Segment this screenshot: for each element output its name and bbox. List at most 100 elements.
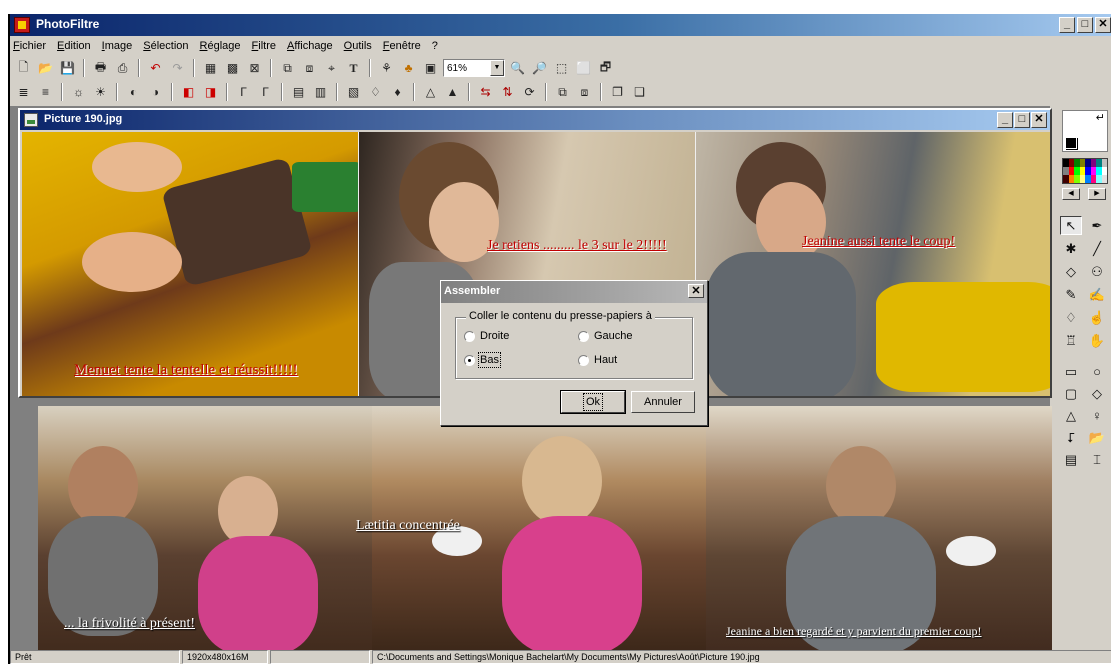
menu-help[interactable]: ?	[431, 38, 439, 56]
fill-bucket-icon[interactable]: ◇	[1060, 262, 1082, 281]
selection-mode-icon[interactable]: ▤	[1060, 450, 1082, 469]
menu-outils[interactable]: Outils	[343, 38, 373, 56]
stamp-icon[interactable]: ♖	[1060, 331, 1082, 350]
restore-button[interactable]: □	[1077, 17, 1093, 33]
menu-fichier[interactable]: Fichier	[12, 38, 47, 56]
gamma-down-icon[interactable]: Γ	[234, 83, 253, 102]
image-size-icon[interactable]: ⧉	[278, 59, 297, 78]
brightness-up-icon[interactable]: ☀	[91, 83, 110, 102]
menu-filtre[interactable]: Filtre	[251, 38, 277, 56]
triangle-icon[interactable]: △	[421, 83, 440, 102]
menu-reglage[interactable]: Réglage	[199, 38, 242, 56]
undo-icon[interactable]: ↶	[146, 59, 165, 78]
radio-bas[interactable]: Bas	[464, 352, 501, 368]
new-file-icon[interactable]: 🗋	[14, 59, 33, 78]
ellipse-select-icon[interactable]: ○	[1086, 362, 1108, 381]
rectangle-select-icon[interactable]: ▭	[1060, 362, 1082, 381]
document-title-bar[interactable]: Picture 190.jpg _ □ ✕	[20, 110, 1050, 130]
scan-icon[interactable]: ⎙	[113, 59, 132, 78]
dialog-title-bar[interactable]: Assembler ✕	[441, 281, 707, 303]
radio-circle-selected[interactable]	[464, 354, 475, 366]
actual-size-icon[interactable]: ⬚	[552, 59, 571, 78]
minimize-button[interactable]: _	[1059, 17, 1075, 33]
zoom-in-icon[interactable]: 🔍	[508, 59, 527, 78]
background-color-swatch[interactable]: ↵	[1062, 110, 1108, 152]
text-tool-icon[interactable]: T	[344, 59, 363, 78]
menu-affichage[interactable]: Affichage	[286, 38, 334, 56]
zoom-select[interactable]: 61% ▼	[443, 59, 505, 77]
magic-wand-icon[interactable]: ✱	[1060, 239, 1082, 258]
auto-contrast-icon[interactable]: ≡	[36, 83, 55, 102]
advanced-brush-icon[interactable]: ✍	[1086, 285, 1108, 304]
radio-gauche[interactable]: Gauche	[578, 330, 633, 342]
menu-selection[interactable]: Sélection	[142, 38, 189, 56]
canvas-size-icon[interactable]: ⧈	[300, 59, 319, 78]
color-palette[interactable]	[1062, 158, 1108, 184]
drop-icon[interactable]: ♢	[366, 83, 385, 102]
fit-window-icon[interactable]: ⬜	[574, 59, 593, 78]
saturation-down-icon[interactable]: ◧	[179, 83, 198, 102]
mirror-icon[interactable]: ⧉	[553, 83, 572, 102]
soften-icon[interactable]: ▧	[344, 83, 363, 102]
radio-circle[interactable]	[578, 330, 589, 342]
cancel-button[interactable]: Annuler	[631, 391, 695, 413]
diamond-select-icon[interactable]: ◇	[1086, 384, 1108, 403]
flip-vertical-icon[interactable]: ⇅	[498, 83, 517, 102]
smudge-icon[interactable]: ☝	[1086, 308, 1108, 327]
doc-maximize-button[interactable]: □	[1014, 112, 1030, 128]
rounded-rect-select-icon[interactable]: ▢	[1060, 384, 1082, 403]
load-shape-icon[interactable]: 📂	[1086, 428, 1108, 447]
menu-fenetre[interactable]: Fenêtre	[382, 38, 422, 56]
swap-colors-icon[interactable]: ↵	[1096, 111, 1105, 124]
redo-icon[interactable]: ↷	[168, 59, 187, 78]
text-select-icon[interactable]: ⌶	[1086, 450, 1108, 469]
frame-icon[interactable]: ⧈	[575, 83, 594, 102]
save-icon[interactable]: 💾	[58, 59, 77, 78]
blur-drop-icon[interactable]: ♢	[1060, 308, 1082, 327]
crop-icon[interactable]: ⌖	[322, 59, 341, 78]
plugins-icon[interactable]: ♣	[399, 59, 418, 78]
auto-levels-icon[interactable]: ≣	[14, 83, 33, 102]
open-folder-icon[interactable]: 📂	[36, 59, 55, 78]
paste-image-icon[interactable]: ❑	[630, 83, 649, 102]
radio-circle[interactable]	[464, 330, 475, 342]
hand-scroll-icon[interactable]: ✋	[1086, 331, 1108, 350]
chevron-down-icon[interactable]: ▼	[490, 60, 504, 76]
grayscale-icon[interactable]: ▦	[201, 59, 220, 78]
color-mode-icon[interactable]: ▩	[223, 59, 242, 78]
menu-image[interactable]: Image	[101, 38, 134, 56]
gamma-up-icon[interactable]: Γ	[256, 83, 275, 102]
doc-minimize-button[interactable]: _	[997, 112, 1013, 128]
doc-close-button[interactable]: ✕	[1031, 112, 1047, 128]
triangle-select-icon[interactable]: △	[1060, 406, 1082, 425]
dialog-close-button[interactable]: ✕	[688, 284, 704, 298]
brush-icon[interactable]: ✎	[1060, 285, 1082, 304]
contrast-down-icon[interactable]: ◐	[124, 83, 143, 102]
sharpen-icon[interactable]: ▥	[311, 83, 330, 102]
brightness-down-icon[interactable]: ☼	[69, 83, 88, 102]
palette-left-arrow-icon[interactable]: ◀	[1062, 188, 1080, 200]
close-button[interactable]: ✕	[1095, 17, 1111, 33]
spray-icon[interactable]: ⚇	[1086, 262, 1108, 281]
filter-explorer-icon[interactable]: ⚘	[377, 59, 396, 78]
blur-icon[interactable]: ▤	[289, 83, 308, 102]
saturation-up-icon[interactable]: ◨	[201, 83, 220, 102]
contrast-up-icon[interactable]: ◑	[146, 83, 165, 102]
radio-circle[interactable]	[578, 354, 589, 366]
line-tool-icon[interactable]: ╱	[1086, 239, 1108, 258]
fullscreen-icon[interactable]: ▣	[421, 59, 440, 78]
foreground-color-swatch[interactable]	[1065, 137, 1077, 149]
transparency-icon[interactable]: ⊠	[245, 59, 264, 78]
radio-droite[interactable]: Droite	[464, 330, 509, 342]
radio-haut[interactable]: Haut	[578, 354, 617, 366]
polygon-select-icon[interactable]: ⮦	[1060, 428, 1082, 447]
rotate-icon[interactable]: ⟳	[520, 83, 539, 102]
pointer-tool-icon[interactable]: ↖	[1060, 216, 1082, 235]
app-title-bar[interactable]: PhotoFiltre _ □ ✕	[10, 14, 1111, 36]
flip-horizontal-icon[interactable]: ⇆	[476, 83, 495, 102]
print-icon[interactable]: 🖶	[91, 59, 110, 78]
cascade-icon[interactable]: 🗗	[596, 59, 615, 78]
triangle-alt-icon[interactable]: ▲	[443, 83, 462, 102]
lasso-select-icon[interactable]: ♀	[1086, 406, 1108, 425]
ok-button[interactable]: Ok	[561, 391, 625, 413]
